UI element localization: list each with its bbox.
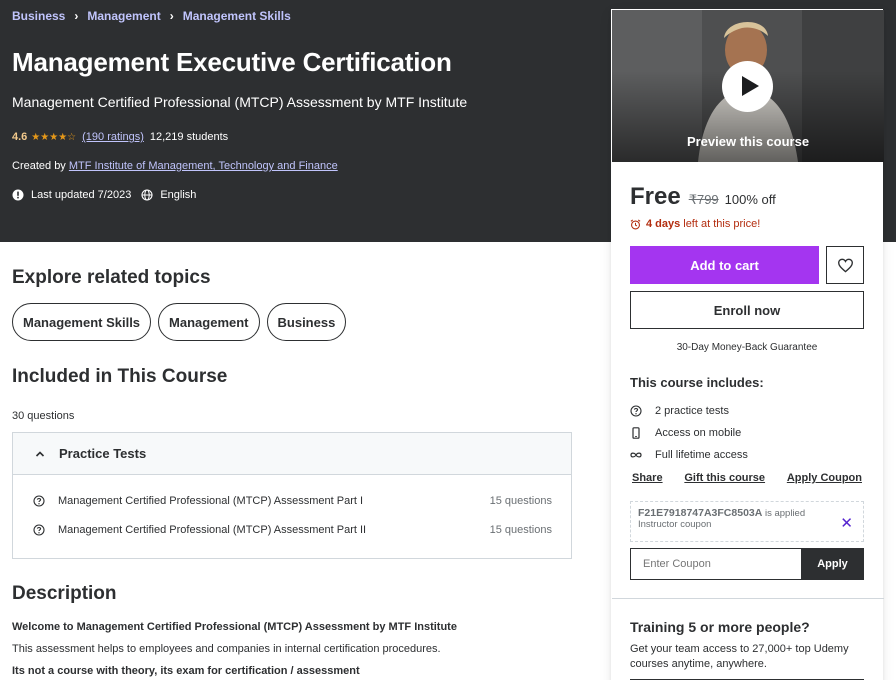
page-title: Management Executive Certification xyxy=(12,47,452,77)
rating-value: 4.6 xyxy=(12,131,28,143)
star-rating-icon: ★★★★☆ xyxy=(31,131,77,143)
student-count: 12,219 students xyxy=(149,131,229,143)
enroll-now-button[interactable]: Enroll now xyxy=(630,291,864,329)
infinity-icon xyxy=(630,452,642,458)
price-row: Free ₹799 100% off xyxy=(630,183,776,211)
language: English xyxy=(160,189,197,201)
list-item[interactable]: Management Certified Professional (MTCP)… xyxy=(13,491,571,511)
current-price: Free xyxy=(630,183,681,210)
preview-label: Preview this course xyxy=(686,134,810,149)
practice-test-label: Management Certified Professional (MTCP)… xyxy=(58,495,364,507)
purchase-card: Preview this course Free ₹799 100% off 4… xyxy=(611,9,884,680)
add-to-cart-button[interactable]: Add to cart xyxy=(630,246,819,284)
breadcrumb-management-skills[interactable]: Management Skills xyxy=(183,9,291,23)
globe-icon xyxy=(141,189,153,201)
includes-list: 2 practice tests Access on mobile Full l… xyxy=(630,400,748,466)
include-label: Access on mobile xyxy=(655,427,742,439)
urgency-days: 4 days xyxy=(646,218,681,230)
accordion-header[interactable]: Practice Tests xyxy=(13,433,571,475)
author-link[interactable]: MTF Institute of Management, Technology … xyxy=(69,160,338,172)
original-price: ₹799 xyxy=(688,192,719,207)
urgency-message: 4 days left at this price! xyxy=(630,218,760,230)
chevron-up-icon xyxy=(35,450,45,457)
training-description: Get your team access to 27,000+ top Udem… xyxy=(630,643,849,670)
mobile-icon xyxy=(632,427,640,439)
practice-tests-accordion: Practice Tests Management Certified Prof… xyxy=(12,432,572,559)
course-preview[interactable]: Preview this course xyxy=(612,10,884,162)
rating-count-link[interactable]: (190 ratings) xyxy=(82,131,144,143)
description-line: This assessment helps to employees and c… xyxy=(12,643,441,655)
question-icon xyxy=(630,405,642,417)
rating-row: 4.6 ★★★★☆ (190 ratings) 12,219 students xyxy=(12,131,228,143)
list-item: 2 practice tests xyxy=(630,400,748,422)
money-back-guarantee: 30-Day Money-Back Guarantee xyxy=(676,342,818,353)
question-icon xyxy=(33,495,45,507)
training-title: Training 5 or more people? xyxy=(630,619,810,635)
related-topics-title: Explore related topics xyxy=(12,267,211,288)
wishlist-button[interactable] xyxy=(826,246,864,284)
practice-test-questions: 15 questions xyxy=(489,524,552,536)
alert-badge-icon xyxy=(12,189,24,201)
list-item: Access on mobile xyxy=(630,422,748,444)
last-updated: Last updated 7/2023 xyxy=(31,189,132,201)
topic-pill[interactable]: Business xyxy=(266,303,347,341)
practice-test-questions: 15 questions xyxy=(489,495,552,507)
course-subtitle: Management Certified Professional (MTCP)… xyxy=(12,94,468,110)
accordion-section-title: Practice Tests xyxy=(59,446,147,461)
heart-icon xyxy=(837,258,853,273)
close-icon[interactable]: ✕ xyxy=(840,514,853,532)
practice-test-label: Management Certified Professional (MTCP)… xyxy=(58,524,367,536)
related-topics: Management Skills Management Business xyxy=(12,303,353,341)
chevron-right-icon: › xyxy=(169,9,174,23)
course-meta: Last updated 7/2023 English xyxy=(12,189,196,201)
topic-pill[interactable]: Management xyxy=(158,303,260,341)
share-link[interactable]: Share xyxy=(632,472,663,484)
coupon-type: Instructor coupon xyxy=(638,519,712,530)
coupon-applied-text: is applied xyxy=(764,508,806,519)
coupon-code: F21E7918747A3FC8503A xyxy=(638,507,763,519)
coupon-input[interactable] xyxy=(630,548,801,580)
question-count: 30 questions xyxy=(12,410,75,422)
question-icon xyxy=(33,524,45,536)
gift-course-link[interactable]: Gift this course xyxy=(684,472,765,484)
urgency-text: left at this price! xyxy=(683,218,761,230)
applied-coupon: F21E7918747A3FC8503A is applied Instruct… xyxy=(630,501,864,542)
breadcrumb: Business › Management › Management Skill… xyxy=(12,9,291,23)
include-label: Full lifetime access xyxy=(655,449,748,461)
description-line: Its not a course with theory, its exam f… xyxy=(12,665,360,677)
description-line: Welcome to Management Certified Professi… xyxy=(12,621,457,633)
description-title: Description xyxy=(12,583,117,604)
included-title: Included in This Course xyxy=(12,366,228,387)
topic-pill[interactable]: Management Skills xyxy=(12,303,152,341)
divider xyxy=(612,598,884,599)
apply-coupon-link[interactable]: Apply Coupon xyxy=(787,472,862,484)
list-item[interactable]: Management Certified Professional (MTCP)… xyxy=(13,520,571,540)
breadcrumb-business[interactable]: Business xyxy=(12,9,65,23)
created-by-label: Created by xyxy=(12,160,66,172)
apply-coupon-button[interactable]: Apply xyxy=(801,548,864,580)
includes-title: This course includes: xyxy=(630,375,764,390)
list-item: Full lifetime access xyxy=(630,444,748,466)
card-links: Share Gift this course Apply Coupon xyxy=(630,472,864,484)
play-icon[interactable] xyxy=(722,61,773,112)
alarm-clock-icon xyxy=(630,218,641,229)
include-label: 2 practice tests xyxy=(655,405,729,417)
breadcrumb-management[interactable]: Management xyxy=(87,9,160,23)
created-by: Created by MTF Institute of Management, … xyxy=(12,160,338,172)
discount: 100% off xyxy=(724,192,776,207)
chevron-right-icon: › xyxy=(74,9,79,23)
